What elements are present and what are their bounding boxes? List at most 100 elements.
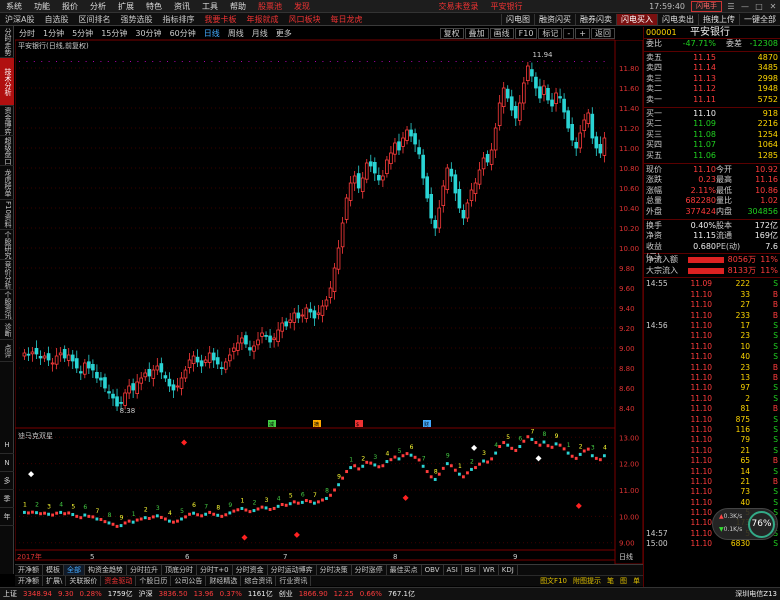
indicator-tab-10[interactable]: 分时涨停 [352, 565, 387, 575]
chart-tool-2[interactable]: 画线 [489, 27, 514, 39]
indicator-tab-6[interactable]: 分时T+0 [197, 565, 233, 575]
indicator-tab-5[interactable]: 顶底分时 [162, 565, 197, 575]
nav-promo-2[interactable]: 年报就成 [241, 14, 283, 25]
drag-upload-button[interactable]: 拖拽上传 [698, 13, 739, 25]
chart-area[interactable]: 8.40 8.60 8.80 9.00 9.20 9.40 9.60 9.80 10.00 10.… [14, 39, 644, 565]
bottom-tab-0[interactable]: 开净额 [15, 576, 43, 586]
menu-icon[interactable]: ☰ [724, 2, 738, 11]
left-bottom-3[interactable]: 季 [0, 490, 14, 508]
index-name-0[interactable]: 上证 [0, 589, 20, 599]
indicator-tab-3[interactable]: 构资金趋势 [85, 565, 127, 575]
left-tab-6[interactable]: 个股研究 [0, 230, 14, 260]
menu-quote[interactable]: 报价 [56, 1, 84, 12]
menu-discover[interactable]: 发现 [288, 1, 316, 12]
nav-indicator-sort[interactable]: 指标排序 [157, 14, 199, 25]
left-tab-7[interactable]: 竞价分析 [0, 260, 14, 290]
period-3[interactable]: 15分钟 [97, 28, 131, 39]
indicator-tab-1[interactable]: 模板 [43, 565, 64, 575]
indicator-tab-2[interactable]: 全部 [64, 565, 85, 575]
chart-tool-5[interactable]: - [563, 27, 575, 39]
bottom-right-tab-4[interactable]: 单 [630, 576, 643, 586]
period-6[interactable]: 日线 [200, 28, 224, 39]
left-tab-4[interactable]: 龙虎榜单 [0, 166, 14, 200]
period-0[interactable]: 分时 [15, 28, 39, 39]
indicator-tab-7[interactable]: 分时资金 [233, 565, 268, 575]
chart-tool-6[interactable]: + [575, 27, 590, 39]
bottom-tab-7[interactable]: 综合资讯 [241, 576, 277, 586]
menu-system[interactable]: 系统 [0, 1, 28, 12]
bottom-right-tab-1[interactable]: 附图提示 [570, 576, 604, 586]
left-tab-1[interactable]: 技术分析 [0, 58, 14, 106]
bottom-tab-6[interactable]: 财经精选 [206, 576, 242, 586]
nav-watchlist[interactable]: 自选股 [39, 14, 73, 25]
left-bottom-0[interactable]: H [0, 436, 14, 454]
minimize-icon[interactable]: — [738, 2, 752, 11]
menu-feature[interactable]: 特色 [140, 1, 168, 12]
menu-function[interactable]: 功能 [28, 1, 56, 12]
bottom-tab-5[interactable]: 公司公告 [171, 576, 207, 586]
bottom-tab-2[interactable]: 关联报价 [66, 576, 102, 586]
left-tab-10[interactable]: 点评 [0, 340, 14, 362]
indicator-tab-12[interactable]: OBV [422, 565, 444, 575]
chart-tool-7[interactable]: 返回 [591, 27, 615, 39]
menu-extend[interactable]: 扩展 [112, 1, 140, 12]
left-tab-8[interactable]: 个股资讯 [0, 290, 14, 320]
maximize-icon[interactable]: □ [752, 2, 766, 11]
left-tab-3[interactable]: 超级盘口 [0, 136, 14, 166]
kline-chart[interactable]: 8.40 8.60 8.80 9.00 9.20 9.40 9.60 9.80 10.00 10.… [14, 39, 644, 565]
indicator-tab-8[interactable]: 分时运动博弈 [268, 565, 317, 575]
indicator-tab-16[interactable]: KDJ [499, 565, 518, 575]
menu-tools[interactable]: 工具 [196, 1, 224, 12]
index-name-2[interactable]: 创业 [276, 589, 296, 599]
left-tab-5[interactable]: F10资料 [0, 200, 14, 230]
bottom-tab-4[interactable]: 个股日历 [136, 576, 172, 586]
flash-sell-button[interactable]: 闪电卖出 [657, 13, 698, 25]
indicator-tab-0[interactable]: 开净额 [15, 565, 43, 575]
menu-stock-pool[interactable]: 股票池 [252, 1, 288, 12]
bottom-tab-3[interactable]: 资金驱动 [101, 576, 137, 586]
menu-analysis[interactable]: 分析 [84, 1, 112, 12]
left-tab-2[interactable]: 资金博弈 [0, 106, 14, 136]
chart-tool-0[interactable]: 复权 [439, 27, 464, 39]
nav-range-rank[interactable]: 区间排名 [73, 14, 115, 25]
period-5[interactable]: 60分钟 [166, 28, 200, 39]
indicator-tab-4[interactable]: 分时拉升 [127, 565, 162, 575]
bottom-tab-8[interactable]: 行业资讯 [276, 576, 312, 586]
chart-tool-1[interactable]: 叠加 [464, 27, 489, 39]
indicator-tab-9[interactable]: 分时决策 [317, 565, 352, 575]
period-7[interactable]: 周线 [224, 28, 248, 39]
period-2[interactable]: 5分钟 [68, 28, 97, 39]
bottom-right-tab-2[interactable]: 笔 [604, 576, 617, 586]
short-sell-button[interactable]: 融券闪卖 [575, 13, 616, 25]
indicator-tab-11[interactable]: 最佳买点 [387, 565, 422, 575]
margin-buy-button[interactable]: 融资闪买 [534, 13, 575, 25]
left-tab-9[interactable]: 诊断 [0, 320, 14, 340]
index-name-1[interactable]: 沪深 [136, 589, 156, 599]
bottom-tab-1[interactable]: 扩展\ [43, 576, 67, 586]
flash-chart-button[interactable]: 闪电图 [501, 13, 534, 25]
nav-a-shares[interactable]: 沪深A股 [0, 14, 39, 25]
indicator-tab-15[interactable]: WR [480, 565, 499, 575]
chart-tool-4[interactable]: 标记 [538, 27, 563, 39]
menu-help[interactable]: 帮助 [224, 1, 252, 12]
left-bottom-4[interactable]: 年 [0, 508, 14, 526]
flash-trade-button[interactable]: 闪电手 [691, 0, 722, 12]
trade-login-status[interactable]: 交易未登录 [433, 1, 485, 12]
menu-news[interactable]: 资讯 [168, 1, 196, 12]
bottom-right-tab-3[interactable]: 图 [617, 576, 630, 586]
period-1[interactable]: 1分钟 [39, 28, 68, 39]
indicator-tab-14[interactable]: BSI [462, 565, 480, 575]
indicator-tab-13[interactable]: ASI [444, 565, 462, 575]
nav-promo-1[interactable]: 我要卡板 [199, 14, 241, 25]
nav-strong-pick[interactable]: 强势选股 [115, 14, 157, 25]
one-click-all-button[interactable]: 一键全部 [739, 13, 780, 25]
close-icon[interactable]: ✕ [766, 2, 780, 11]
chart-tool-3[interactable]: F10 [514, 27, 538, 39]
speed-gauge[interactable]: ▲0.3K/s ▼0.1K/s 76% [712, 508, 778, 540]
bottom-right-tab-0[interactable]: 图文F10 [537, 576, 570, 586]
left-tab-0[interactable]: 分时走势 [0, 26, 14, 58]
nav-promo-3[interactable]: 风口板块 [283, 14, 325, 25]
period-4[interactable]: 30分钟 [131, 28, 165, 39]
period-9[interactable]: 更多 [272, 28, 296, 39]
left-bottom-2[interactable]: 多 [0, 472, 14, 490]
